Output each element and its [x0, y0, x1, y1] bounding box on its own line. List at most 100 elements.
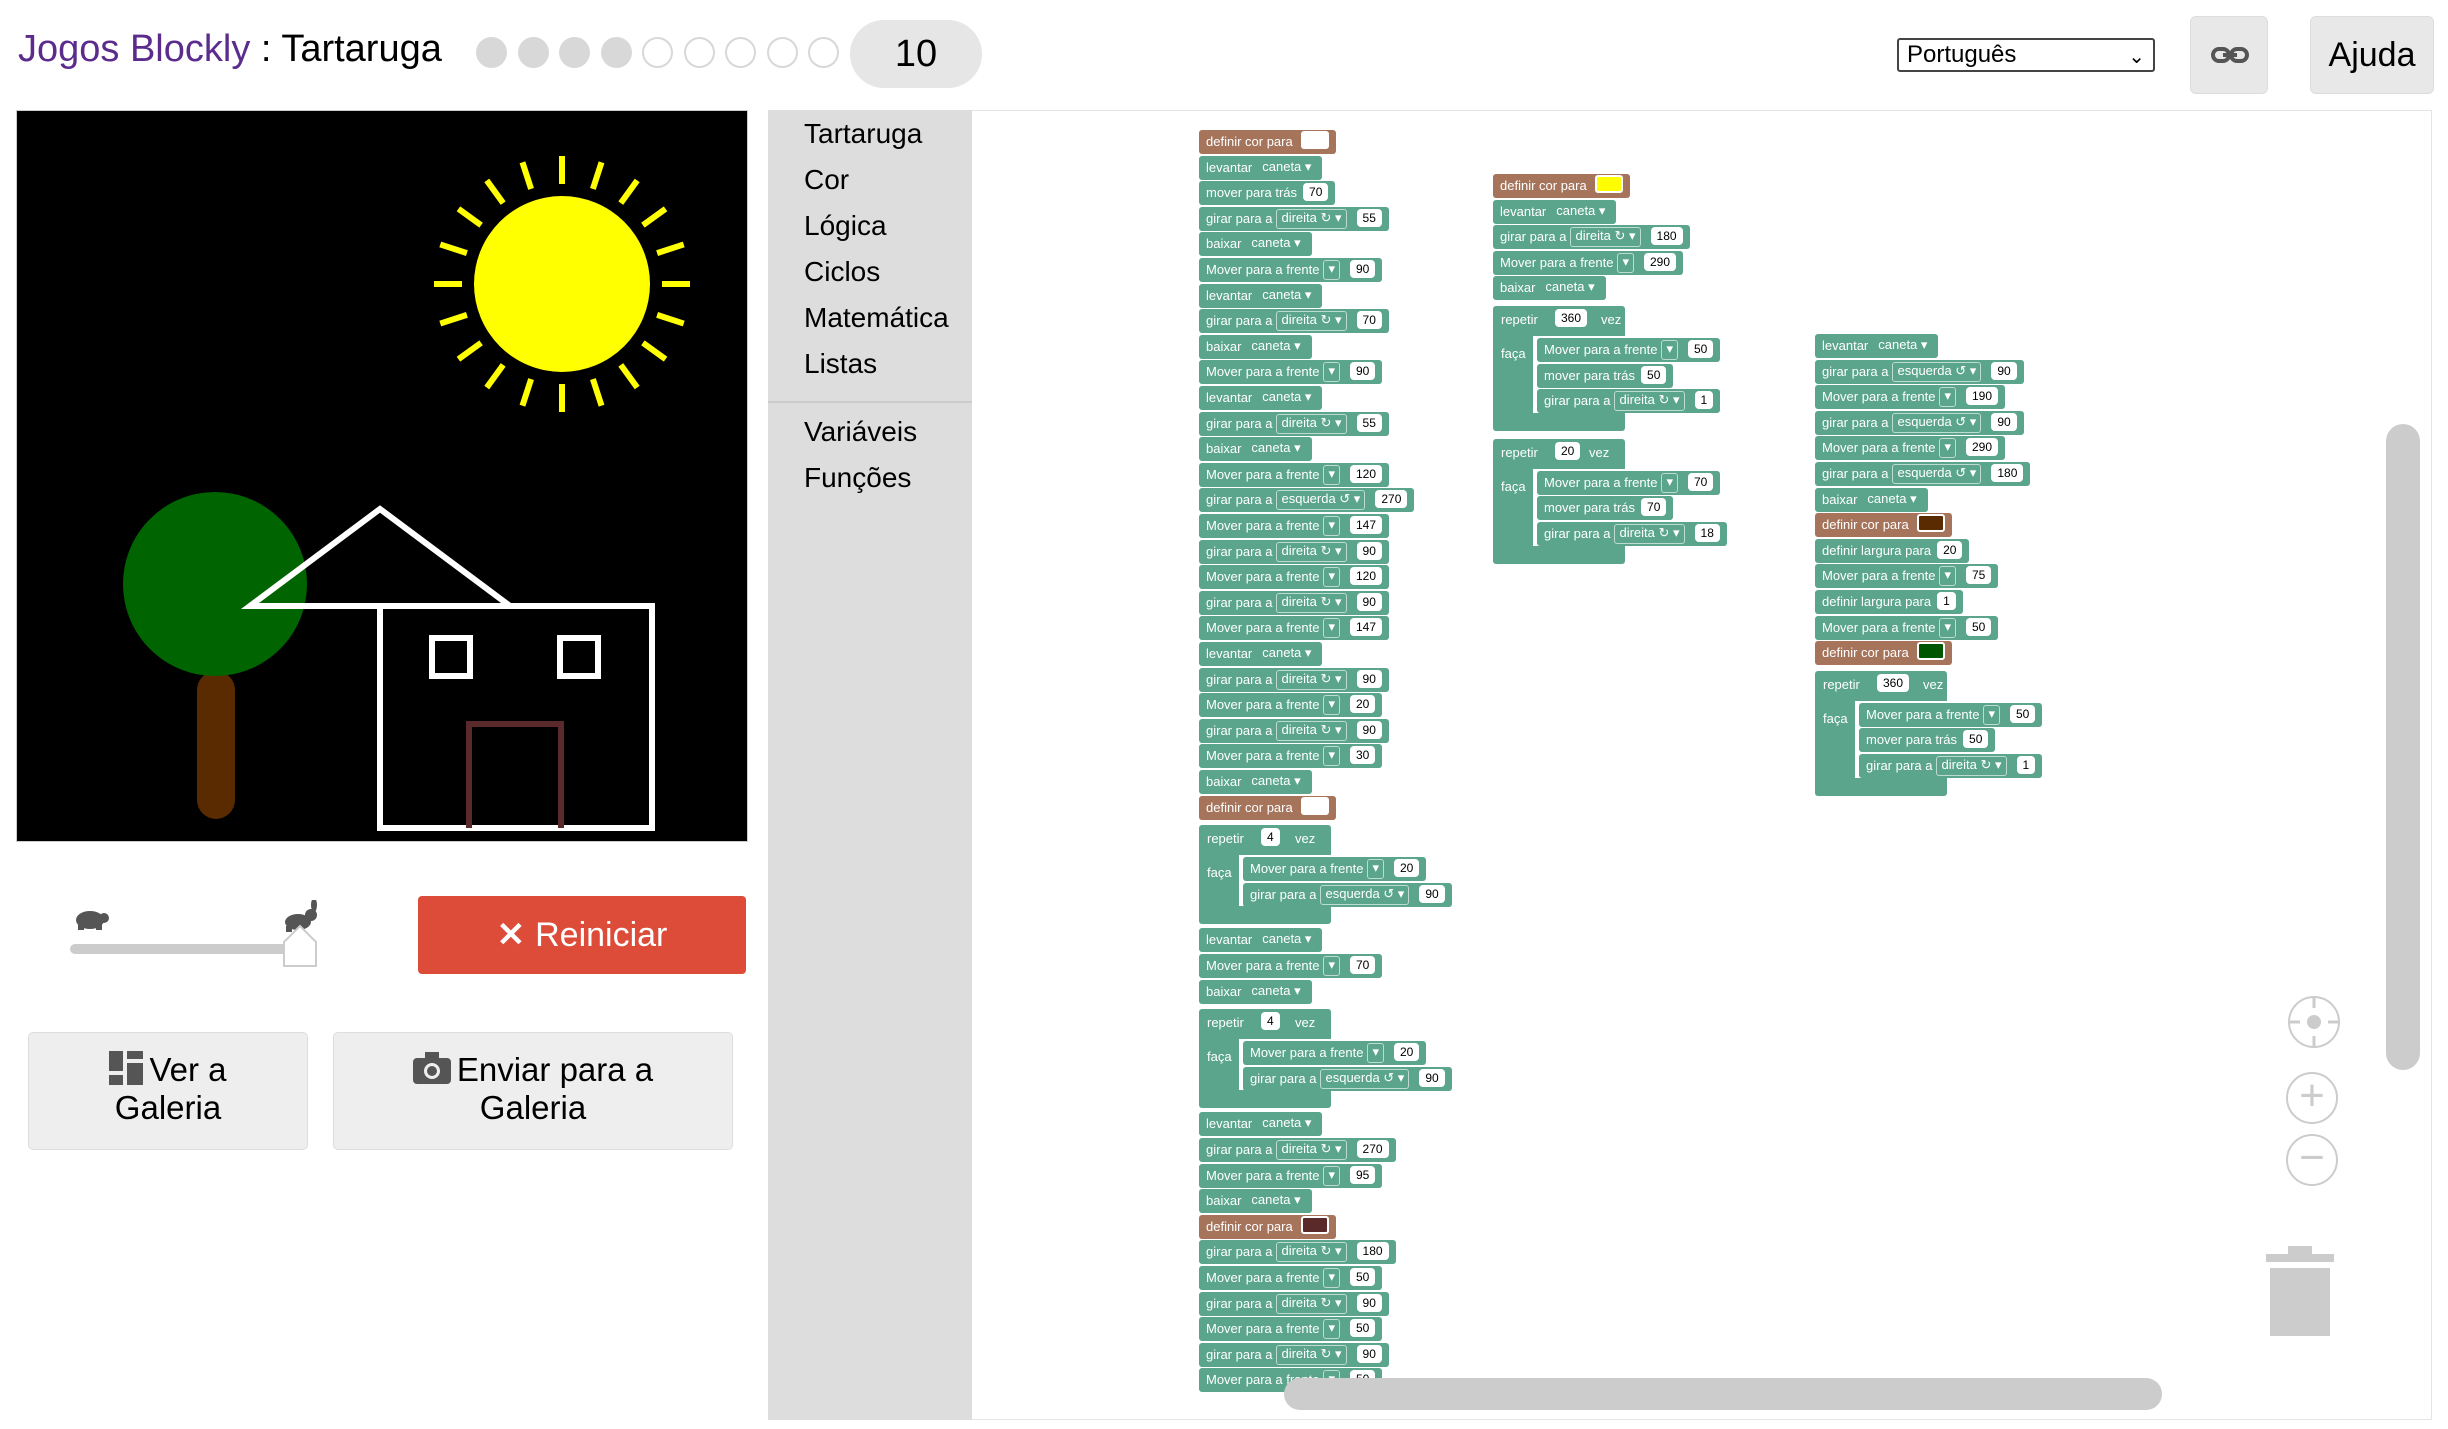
code-block[interactable]: Mover para a frente ▾ 20: [1243, 857, 1427, 882]
zoom-in-button[interactable]: +: [2286, 1072, 2338, 1124]
code-block[interactable]: Mover para a frente ▾ 147: [1199, 514, 1390, 538]
code-block[interactable]: baixar caneta ▾: [1493, 276, 1606, 301]
code-block[interactable]: definir cor para: [1199, 795, 1336, 820]
code-block[interactable]: levantar caneta ▾: [1815, 334, 1939, 358]
code-block[interactable]: definir cor para: [1199, 130, 1336, 154]
code-block[interactable]: levantar caneta ▾: [1493, 199, 1617, 224]
link-button[interactable]: [2190, 16, 2268, 94]
code-block[interactable]: Mover para a frente ▾ 290: [1493, 250, 1684, 275]
code-block[interactable]: girar para a esquerda ↺ ▾ 270: [1199, 488, 1415, 513]
toolbox-category-10[interactable]: Variáveis: [804, 416, 917, 448]
code-block[interactable]: Mover para a frente ▾ 75: [1815, 564, 1999, 589]
code-block[interactable]: Mover para a frente ▾ 147: [1199, 616, 1390, 641]
code-block[interactable]: Mover para a frente ▾ 190: [1815, 385, 2006, 410]
code-block[interactable]: girar para a direita ↻ ▾ 70: [1199, 309, 1389, 334]
level-dot-3[interactable]: [559, 37, 590, 68]
code-block[interactable]: levantar caneta ▾: [1199, 155, 1323, 180]
code-block[interactable]: Mover para a frente ▾ 70: [1199, 954, 1383, 978]
current-level-badge[interactable]: 10: [850, 20, 982, 88]
code-block[interactable]: Mover para a frente ▾ 20: [1243, 1041, 1427, 1066]
code-block[interactable]: Mover para a frente▾50: [1815, 615, 1999, 640]
code-block[interactable]: Mover para a frente▾50: [1199, 1266, 1383, 1290]
code-block[interactable]: girar para a direita ↻ ▾ 90: [1199, 718, 1389, 743]
code-block[interactable]: definir cor para: [1199, 1214, 1336, 1239]
speed-slider[interactable]: [70, 944, 300, 954]
code-block[interactable]: baixar caneta ▾: [1199, 770, 1312, 794]
code-block[interactable]: Mover para a frente▾50: [1199, 1317, 1383, 1342]
code-block[interactable]: Mover para a frente ▾ 30: [1199, 744, 1383, 769]
code-block[interactable]: Mover para a frente ▾ 120: [1199, 462, 1390, 487]
code-block[interactable]: girar para a direita ↻ ▾ 1: [1537, 389, 1721, 414]
language-select[interactable]: Português ⌄: [1897, 38, 2155, 72]
level-dot-5[interactable]: [642, 37, 673, 68]
code-block[interactable]: girar para a esquerda ↺ ▾ 90: [1815, 359, 2024, 384]
code-block[interactable]: girar para a esquerda ↺ ▾ 90: [1243, 882, 1452, 907]
code-block[interactable]: girar para a direita ↻ ▾ 180: [1199, 1240, 1396, 1265]
speed-slider-handle[interactable]: [280, 924, 320, 973]
view-gallery-button[interactable]: Ver a Galeria: [28, 1032, 308, 1150]
toolbox-category-1[interactable]: Cor: [804, 164, 849, 196]
toolbox-category-5[interactable]: Listas: [804, 348, 877, 380]
code-block[interactable]: girar para a esquerda ↺ ▾ 90: [1815, 410, 2024, 435]
code-block[interactable]: levantar caneta ▾: [1199, 283, 1323, 308]
code-block[interactable]: baixar caneta ▾: [1815, 487, 1928, 512]
code-block[interactable]: definir cor para: [1493, 174, 1630, 198]
code-block[interactable]: girar para a direita ↻ ▾ 90: [1199, 590, 1389, 615]
zoom-out-button[interactable]: −: [2286, 1134, 2338, 1186]
level-dot-2[interactable]: [517, 37, 549, 68]
code-block[interactable]: girar para a esquerda ↺ ▾ 90: [1243, 1066, 1452, 1091]
code-block[interactable]: mover para trás 50: [1859, 728, 1996, 753]
code-block[interactable]: girar para a direita ↻ ▾ 270: [1199, 1138, 1396, 1162]
code-block[interactable]: girar para a direita ↻ ▾ 180: [1493, 225, 1690, 250]
code-block[interactable]: mover para trás 70: [1537, 496, 1674, 521]
code-block[interactable]: mover para trás 50: [1537, 363, 1674, 388]
recenter-button[interactable]: [2288, 996, 2340, 1048]
code-block[interactable]: levantar caneta ▾: [1199, 642, 1323, 666]
code-block[interactable]: levantar caneta ▾: [1199, 928, 1323, 953]
code-block[interactable]: definir largura para 20: [1815, 538, 1970, 563]
reset-button[interactable]: ✕ Reiniciar: [418, 896, 746, 974]
code-block[interactable]: baixar caneta ▾: [1199, 979, 1312, 1004]
level-dot-7[interactable]: [725, 37, 756, 68]
code-block[interactable]: Mover para a frente▾50: [1859, 702, 2043, 727]
code-block[interactable]: Mover para a frente ▾ 290: [1815, 436, 2006, 461]
code-block[interactable]: Mover para a frente▾50: [1537, 338, 1721, 362]
code-block[interactable]: definir cor para: [1815, 513, 1952, 538]
code-block[interactable]: levantar caneta ▾: [1199, 1112, 1323, 1137]
level-dot-8[interactable]: [766, 37, 798, 68]
code-block[interactable]: Mover para a frente ▾ 90: [1199, 360, 1383, 385]
brand-link[interactable]: Jogos Blockly: [18, 28, 250, 70]
code-block[interactable]: Mover para a frente ▾ 20: [1199, 693, 1383, 718]
level-dot-6[interactable]: [683, 37, 715, 68]
code-block[interactable]: Mover para a frente ▾ 95: [1199, 1163, 1383, 1188]
code-block[interactable]: Mover para a frente ▾ 120: [1199, 565, 1390, 590]
code-block[interactable]: definir cor para: [1815, 641, 1952, 666]
code-block[interactable]: Mover para a frente ▾ 70: [1537, 470, 1721, 495]
code-block[interactable]: baixar caneta ▾: [1199, 437, 1312, 462]
level-dot-1[interactable]: [476, 37, 507, 68]
code-block[interactable]: baixar caneta ▾: [1199, 1189, 1312, 1214]
code-block[interactable]: girar para a direita ↻ ▾ 1: [1859, 754, 2043, 778]
toolbox-category-11[interactable]: Funções: [804, 462, 911, 494]
trash-icon[interactable]: [2266, 1246, 2334, 1336]
level-dot-4[interactable]: [600, 37, 632, 68]
help-button[interactable]: Ajuda: [2310, 16, 2434, 94]
code-block[interactable]: levantar caneta ▾: [1199, 386, 1323, 410]
code-block[interactable]: girar para a direita ↻ ▾ 18: [1537, 522, 1727, 546]
toolbox-category-3[interactable]: Ciclos: [804, 256, 880, 288]
code-block[interactable]: girar para a direita ↻ ▾ 90: [1199, 1291, 1389, 1316]
code-block[interactable]: definir largura para 1: [1815, 590, 1963, 614]
code-block[interactable]: mover para trás 70: [1199, 181, 1336, 206]
code-block[interactable]: girar para a esquerda ↺ ▾ 180: [1815, 462, 2031, 486]
code-block[interactable]: baixar caneta ▾: [1199, 334, 1312, 359]
code-block[interactable]: girar para a direita ↻ ▾ 90: [1199, 667, 1389, 692]
code-block[interactable]: girar para a direita ↻ ▾ 90: [1199, 539, 1389, 564]
code-block[interactable]: girar para a direita ↻ ▾ 55: [1199, 411, 1389, 436]
level-dot-9[interactable]: [808, 37, 839, 68]
toolbox-category-2[interactable]: Lógica: [804, 210, 887, 242]
code-block[interactable]: baixar caneta ▾: [1199, 232, 1312, 257]
code-block[interactable]: girar para a direita ↻ ▾ 55: [1199, 206, 1389, 231]
code-block[interactable]: girar para a direita ↻ ▾ 90: [1199, 1342, 1389, 1367]
toolbox-category-4[interactable]: Matemática: [804, 302, 949, 334]
submit-gallery-button[interactable]: Enviar para a Galeria: [333, 1032, 733, 1150]
